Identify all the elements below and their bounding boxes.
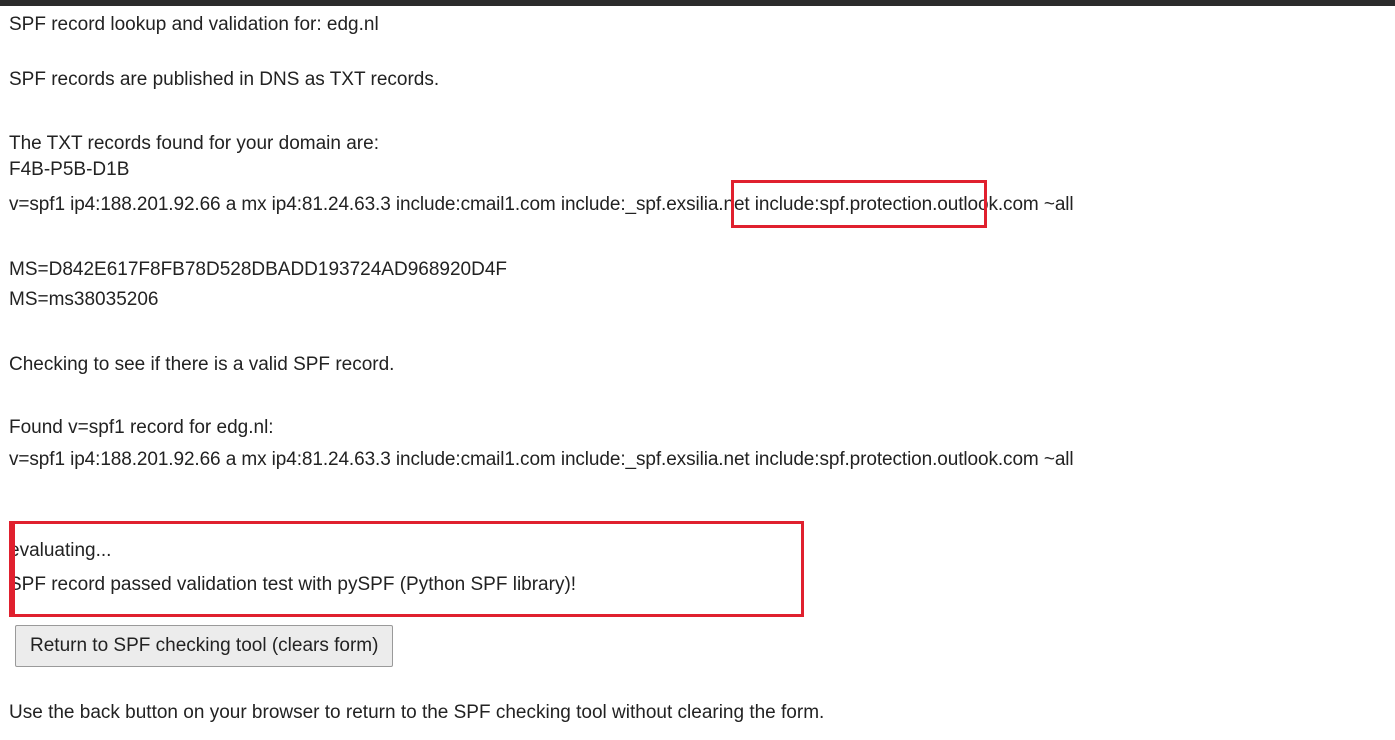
info-text: SPF records are published in DNS as TXT … [9,69,440,90]
txt-record-item: MS=D842E617F8FB78D528DBADD193724AD968920… [9,259,507,280]
txt-records-intro: The TXT records found for your domain ar… [9,133,379,154]
top-border [0,0,1395,6]
txt-record-item: MS=ms38035206 [9,289,159,310]
found-record: v=spf1 ip4:188.201.92.66 a mx ip4:81.24.… [9,449,1074,470]
txt-record-item: F4B-P5B-D1B [9,159,130,180]
include-highlight-box [731,180,987,228]
footer-note: Use the back button on your browser to r… [9,702,825,723]
txt-record-item: v=spf1 ip4:188.201.92.66 a mx ip4:81.24.… [9,194,1074,215]
checking-text: Checking to see if there is a valid SPF … [9,354,395,375]
page-title: SPF record lookup and validation for: ed… [9,14,379,35]
validation-highlight-box [9,521,804,617]
found-text: Found v=spf1 record for edg.nl: [9,417,274,438]
return-to-spf-tool-button[interactable]: Return to SPF checking tool (clears form… [15,625,394,667]
